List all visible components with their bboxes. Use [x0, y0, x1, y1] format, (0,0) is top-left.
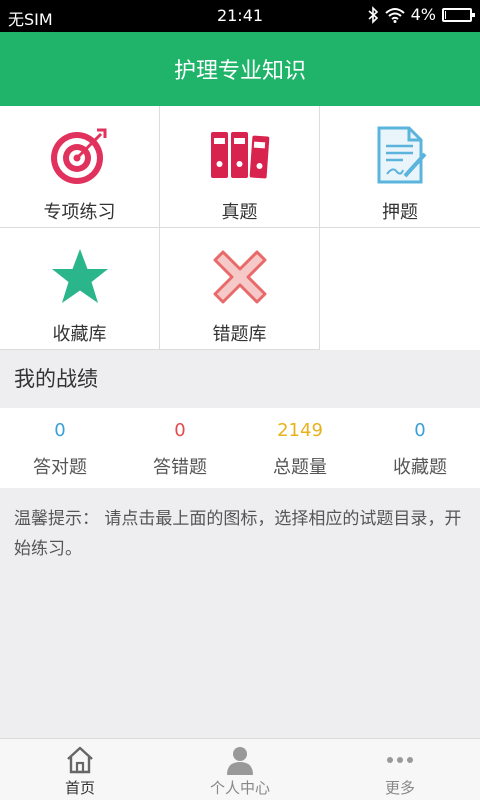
stat-label: 收藏题 — [393, 457, 447, 478]
menu-label: 错题库 — [212, 324, 267, 345]
stat-label: 答错题 — [153, 457, 207, 478]
stat-value: 0 — [414, 420, 426, 441]
menu-grid: 专项练习 真题 押题 收藏库 错题库 — [0, 106, 480, 350]
empty-cell — [320, 228, 480, 350]
home-icon — [67, 746, 93, 774]
status-bar: 无SIM 21:41 4% — [0, 0, 480, 32]
stat-label: 答对题 — [33, 457, 87, 478]
menu-label: 真题 — [221, 202, 258, 223]
stats-panel: 0 答对题 0 答错题 2149 总题量 0 收藏题 — [0, 408, 480, 488]
stat-value: 2149 — [277, 420, 323, 441]
target-icon — [50, 128, 106, 184]
stat-value: 0 — [54, 420, 66, 441]
menu-label: 专项练习 — [43, 202, 116, 223]
stat-correct[interactable]: 0 答对题 — [0, 408, 120, 488]
stat-label: 总题量 — [273, 457, 327, 478]
app-header: 护理专业知识 — [0, 32, 480, 106]
bottom-tab-bar: 首页 个人中心 更多 — [0, 738, 480, 800]
menu-item-favorites[interactable]: 收藏库 — [0, 228, 160, 350]
battery-icon — [442, 7, 475, 22]
page-title: 护理专业知识 — [173, 59, 306, 84]
section-title: 我的战绩 — [0, 350, 480, 408]
menu-label: 收藏库 — [52, 324, 107, 345]
tab-more[interactable]: 更多 — [320, 739, 480, 800]
stat-favorites[interactable]: 0 收藏题 — [360, 408, 480, 488]
tab-label: 个人中心 — [209, 779, 270, 797]
tip-text: 温馨提示： 请点击最上面的图标，选择相应的试题目录，开始练习。 — [14, 509, 462, 559]
tab-label: 首页 — [64, 779, 95, 797]
user-icon — [227, 747, 253, 775]
menu-item-predicted-questions[interactable]: 押题 — [320, 106, 480, 228]
stat-total[interactable]: 2149 总题量 — [240, 408, 360, 488]
more-icon — [387, 757, 413, 763]
stat-wrong[interactable]: 0 答错题 — [120, 408, 240, 488]
document-pen-icon — [377, 126, 427, 184]
tab-label: 更多 — [384, 779, 415, 797]
tab-profile[interactable]: 个人中心 — [160, 739, 320, 800]
tab-home[interactable]: 首页 — [0, 739, 160, 800]
cross-icon — [213, 250, 266, 304]
stat-value: 0 — [174, 420, 186, 441]
menu-item-real-exams[interactable]: 真题 — [160, 106, 320, 228]
binders-icon — [210, 132, 269, 179]
menu-item-special-practice[interactable]: 专项练习 — [0, 106, 160, 228]
menu-item-wrong-questions[interactable]: 错题库 — [160, 228, 320, 350]
battery-percent: 4% — [410, 5, 436, 24]
star-icon — [51, 249, 108, 303]
wifi-icon — [384, 7, 405, 23]
menu-label: 押题 — [382, 202, 418, 223]
bluetooth-icon — [368, 5, 378, 24]
